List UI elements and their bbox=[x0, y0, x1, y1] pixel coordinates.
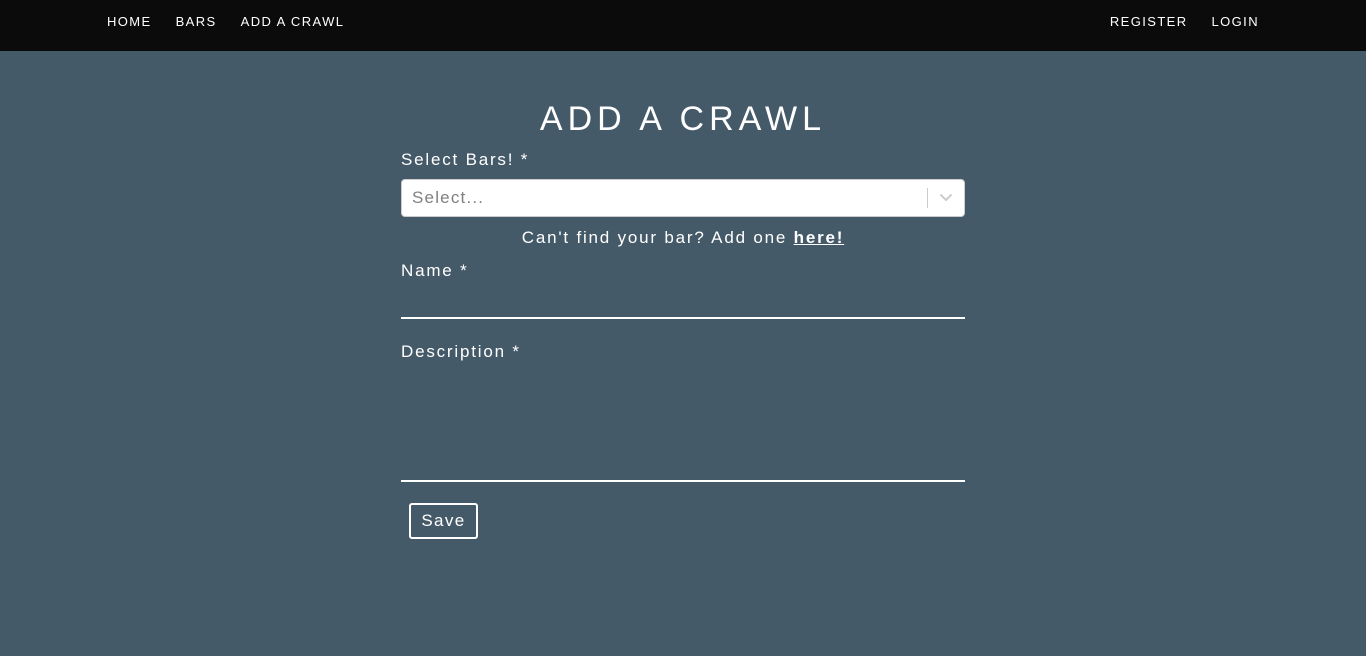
name-label: Name * bbox=[401, 261, 469, 280]
nav-left-group: HOME BARS ADD A CRAWL bbox=[107, 0, 368, 43]
bars-select[interactable]: Select... bbox=[401, 179, 965, 217]
chevron-down-icon[interactable] bbox=[928, 180, 964, 216]
page-title: ADD A CRAWL bbox=[539, 100, 827, 138]
add-crawl-form: ADD A CRAWL Select Bars! * Select... Can… bbox=[401, 99, 965, 539]
top-navbar: HOME BARS ADD A CRAWL REGISTER LOGIN bbox=[0, 0, 1366, 51]
description-label: Description * bbox=[401, 342, 521, 361]
name-input[interactable] bbox=[401, 284, 965, 319]
nav-home-link[interactable]: HOME bbox=[107, 14, 152, 29]
nav-add-crawl-link[interactable]: ADD A CRAWL bbox=[241, 14, 345, 29]
add-bar-helper: Can't find your bar? Add one here! bbox=[401, 228, 965, 248]
add-bar-helper-text: Can't find your bar? Add one bbox=[521, 228, 794, 247]
add-bar-link[interactable]: here! bbox=[794, 228, 845, 247]
bars-label: Select Bars! * bbox=[401, 150, 530, 169]
nav-register-link[interactable]: REGISTER bbox=[1110, 14, 1188, 29]
bars-select-placeholder: Select... bbox=[412, 188, 485, 207]
nav-bars-link[interactable]: BARS bbox=[176, 14, 217, 29]
save-button[interactable]: Save bbox=[409, 503, 478, 539]
description-textarea[interactable] bbox=[401, 363, 965, 482]
nav-login-link[interactable]: LOGIN bbox=[1212, 14, 1259, 29]
nav-right-group: REGISTER LOGIN bbox=[1086, 0, 1259, 43]
